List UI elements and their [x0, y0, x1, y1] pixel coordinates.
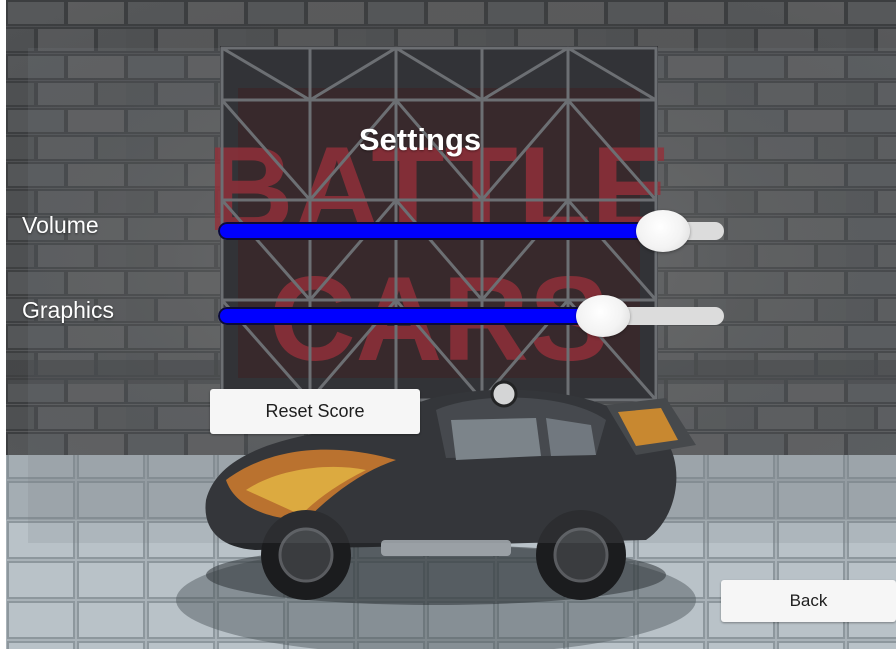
graphics-slider-handle[interactable]: [575, 295, 630, 337]
graphics-slider[interactable]: [218, 295, 724, 337]
volume-slider[interactable]: [218, 210, 724, 252]
graphics-label: Graphics: [22, 297, 115, 323]
volume-label: Volume: [22, 212, 99, 238]
volume-slider-handle[interactable]: [636, 210, 691, 252]
volume-slider-fill: [218, 222, 664, 240]
graphics-slider-fill: [218, 307, 603, 325]
settings-title: Settings: [358, 122, 482, 157]
back-button[interactable]: Back: [721, 580, 896, 622]
reset-score-button[interactable]: Reset Score: [210, 389, 420, 434]
